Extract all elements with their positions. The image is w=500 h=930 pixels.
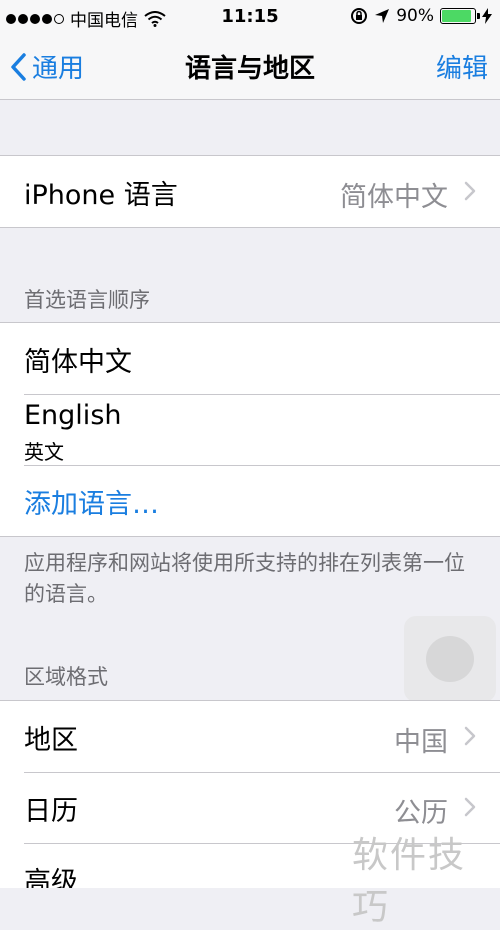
iphone-language-group: iPhone 语言 简体中文 bbox=[0, 155, 500, 228]
region-format-header: 区域格式 bbox=[24, 665, 108, 689]
chevron-left-icon bbox=[11, 52, 26, 81]
back-button[interactable]: 通用 bbox=[10, 48, 84, 85]
preferred-languages-header: 首选语言顺序 bbox=[24, 288, 150, 312]
region-value: 中国 bbox=[394, 727, 448, 758]
language-item-label: 简体中文 bbox=[24, 347, 132, 378]
iphone-language-row[interactable]: iPhone 语言 简体中文 bbox=[0, 156, 500, 227]
language-item-label: English bbox=[24, 400, 122, 431]
iphone-language-label: iPhone 语言 bbox=[24, 180, 178, 211]
edit-button[interactable]: 编辑 bbox=[436, 48, 488, 85]
status-right: 90% bbox=[350, 6, 492, 26]
preferred-languages-footer: 应用程序和网站将使用所支持的排在列表第一位的语言。 bbox=[24, 551, 465, 606]
battery-icon bbox=[440, 8, 480, 24]
add-language-row[interactable]: 添加语言… bbox=[0, 465, 500, 536]
location-icon bbox=[375, 9, 390, 23]
chevron-right-icon bbox=[464, 797, 476, 817]
status-bar: 中国电信 11:15 90% bbox=[0, 0, 500, 34]
calendar-value: 公历 bbox=[394, 798, 448, 829]
charging-icon bbox=[482, 8, 492, 24]
battery-percent: 90% bbox=[396, 6, 434, 26]
battery-fill bbox=[442, 10, 471, 22]
rotation-lock-icon bbox=[351, 8, 368, 24]
chevron-right-icon bbox=[464, 181, 476, 201]
back-label: 通用 bbox=[32, 54, 85, 84]
calendar-label: 日历 bbox=[24, 796, 78, 827]
preferred-languages-group: 简体中文 English 英文 添加语言… bbox=[0, 322, 500, 537]
language-item-english[interactable]: English 英文 bbox=[0, 394, 500, 465]
iphone-language-value: 简体中文 bbox=[340, 182, 448, 213]
assistive-touch-button[interactable] bbox=[404, 616, 496, 702]
language-item-chinese[interactable]: 简体中文 bbox=[0, 323, 500, 394]
region-row[interactable]: 地区 中国 bbox=[0, 701, 500, 772]
add-language-button[interactable]: 添加语言… bbox=[24, 482, 159, 521]
advanced-label: 高级 bbox=[24, 867, 78, 888]
region-label: 地区 bbox=[24, 725, 78, 756]
chevron-right-icon bbox=[464, 726, 476, 746]
watermark: 软件技巧 bbox=[352, 835, 467, 928]
language-item-sublabel: 英文 bbox=[24, 440, 64, 464]
navigation-bar: 通用 语言与地区 编辑 bbox=[0, 34, 500, 100]
